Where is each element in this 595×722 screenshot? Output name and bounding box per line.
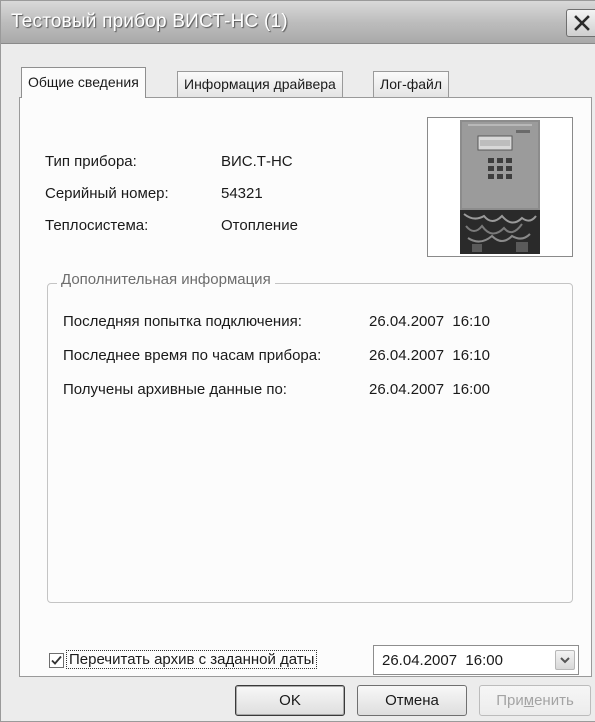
reread-date-picker[interactable]: 26.04.2007 16:00 — [373, 645, 579, 675]
title-bar[interactable]: Тестовый прибор ВИСТ-НС (1) — [1, 1, 595, 44]
cancel-button-label: Отмена — [385, 692, 439, 709]
reread-archive-checkbox[interactable] — [49, 653, 64, 668]
device-clock-value: 26.04.2007 16:10 — [369, 347, 490, 364]
archive-data-label: Получены архивные данные по: — [63, 381, 287, 398]
last-connection-value: 26.04.2007 16:10 — [369, 313, 490, 330]
device-type-label: Тип прибора: — [45, 153, 137, 170]
reread-archive-label[interactable]: Перечитать архив с заданной даты — [65, 650, 318, 669]
device-type-value: ВИС.Т-НС — [221, 153, 293, 170]
tab-log-file-label: Лог-файл — [380, 76, 443, 92]
apply-button[interactable]: Применить — [479, 685, 591, 716]
window-title: Тестовый прибор ВИСТ-НС (1) — [11, 11, 288, 32]
tab-general-label: Общие сведения — [28, 74, 139, 90]
apply-label-part: При — [496, 692, 524, 709]
tab-general[interactable]: Общие сведения — [21, 67, 146, 98]
serial-number-label: Серийный номер: — [45, 185, 169, 202]
ok-button-label: OK — [279, 692, 301, 709]
apply-label-accesskey: м — [523, 692, 535, 709]
apply-button-label: Применить — [496, 692, 574, 709]
tab-log-file[interactable]: Лог-файл — [373, 71, 450, 97]
close-icon — [573, 15, 590, 31]
dialog-window: Тестовый прибор ВИСТ-НС (1) Общие сведен… — [0, 0, 595, 722]
date-dropdown-button[interactable] — [555, 650, 575, 670]
tab-driver-info[interactable]: Информация драйвера — [177, 71, 343, 97]
apply-label-rest: енить — [534, 692, 574, 709]
checkmark-icon — [51, 655, 62, 665]
tab-driver-info-label: Информация драйвера — [184, 76, 336, 92]
device-clock-label: Последнее время по часам прибора: — [63, 347, 322, 364]
device-photo — [428, 118, 572, 256]
last-connection-label: Последняя попытка подключения: — [63, 313, 302, 330]
archive-data-value: 26.04.2007 16:00 — [369, 381, 490, 398]
additional-info-title: Дополнительная информация — [57, 271, 275, 288]
chevron-down-icon — [560, 657, 570, 664]
serial-number-value: 54321 — [221, 185, 263, 202]
heating-system-value: Отопление — [221, 217, 298, 234]
heating-system-label: Теплосистема: — [45, 217, 149, 234]
close-button[interactable] — [566, 9, 595, 37]
additional-info-group — [47, 283, 573, 603]
device-image — [427, 117, 573, 257]
cancel-button[interactable]: Отмена — [357, 685, 467, 716]
reread-date-value: 26.04.2007 16:00 — [382, 652, 503, 669]
ok-button[interactable]: OK — [235, 685, 345, 716]
